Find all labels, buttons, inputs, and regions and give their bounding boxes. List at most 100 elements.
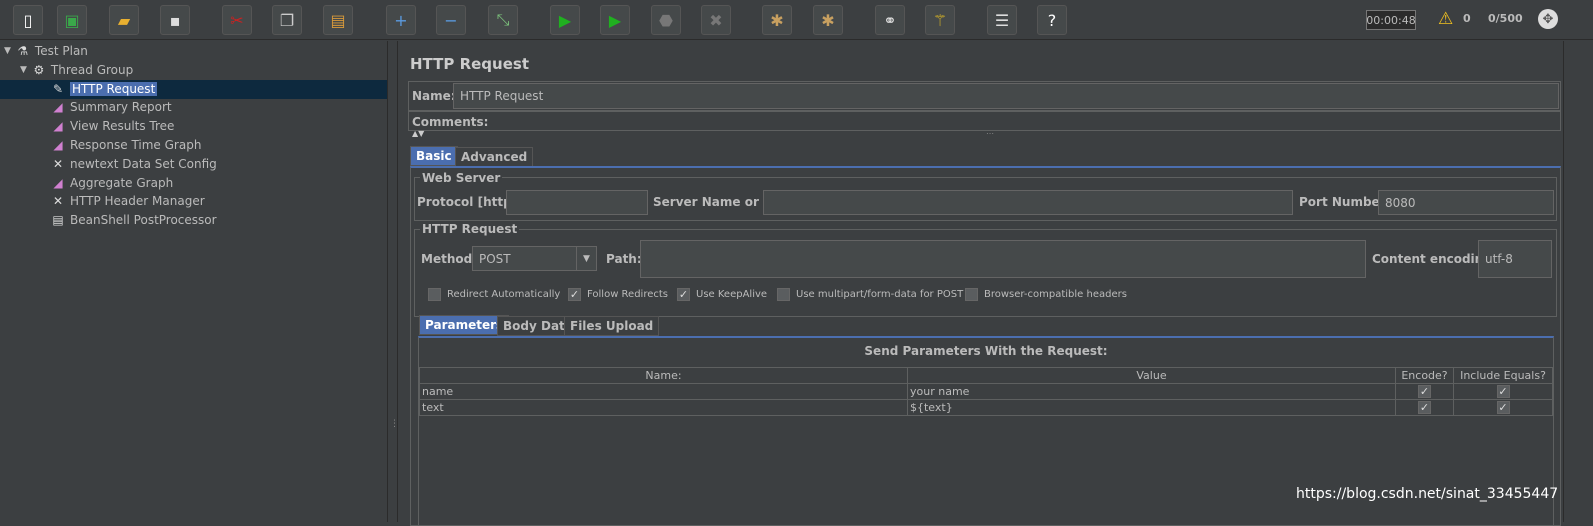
expand-arrow-icon[interactable]: ▼ — [4, 46, 11, 56]
tree-item-label: View Results Tree — [70, 119, 175, 134]
chevron-down-icon[interactable]: ▼ — [576, 247, 596, 270]
method-select[interactable]: POST ▼ — [472, 246, 597, 271]
param-value[interactable]: ${text} — [907, 399, 1396, 416]
stop-button[interactable]: ⬣ — [651, 5, 681, 35]
tree-item[interactable]: ▼ ⚗ Test Plan — [4, 42, 88, 60]
col-value[interactable]: Value — [907, 367, 1396, 384]
save-button[interactable]: ▪ — [160, 5, 190, 35]
tree-item-label: Summary Report — [70, 100, 172, 115]
test-plan-tree: ▼ ⚗ Test Plan ▼ ⚙ Thread Group ✎ HTTP Request ◢ S… — [0, 41, 388, 522]
tab-basic[interactable]: Basic — [410, 146, 458, 166]
tree-item-label: newtext Data Set Config — [70, 156, 217, 171]
graph-listener-icon: ◢ — [53, 119, 63, 134]
name-input[interactable]: HTTP Request — [453, 83, 1559, 109]
resize-grip-icon[interactable]: ⋯ — [986, 129, 994, 138]
tab-files-upload[interactable]: Files Upload — [564, 316, 660, 336]
table-row[interactable]: name your name ✓ ✓ — [419, 383, 1553, 400]
wrench-config-icon: ✕ — [52, 156, 64, 171]
copy-icon: ❐ — [279, 10, 295, 30]
gear-icon: ⚙ — [33, 62, 45, 77]
tree-item[interactable]: ✕ newtext Data Set Config — [36, 155, 217, 173]
checkbox-redirect-automatically[interactable]: Redirect Automatically — [428, 288, 560, 301]
warning-icon[interactable]: ⚠ — [1438, 9, 1453, 29]
shutdown-icon: ✖ — [709, 10, 723, 30]
tree-item[interactable]: ✎ HTTP Request — [36, 80, 158, 98]
paste-button[interactable]: ▤ — [323, 5, 353, 35]
list-icon: ☰ — [994, 10, 1010, 30]
broom-icon: ⚚ — [932, 10, 948, 30]
function-helper-button[interactable]: ☰ — [987, 5, 1017, 35]
expand-arrow-icon[interactable]: ▼ — [20, 65, 27, 75]
tree-item[interactable]: ✕ HTTP Header Manager — [36, 192, 205, 210]
web-server-legend: Web Server — [420, 171, 503, 185]
checkbox-follow-redirects[interactable]: ✓ Follow Redirects — [568, 288, 668, 301]
test-plan-flask-icon: ⚗ — [17, 44, 29, 58]
tree-item-label: HTTP Request — [70, 81, 158, 96]
templates-button[interactable]: ▣ — [57, 5, 87, 35]
graph-listener-icon: ◢ — [53, 138, 63, 152]
checkbox-use-keepalive[interactable]: ✓ Use KeepAlive — [677, 288, 767, 301]
checkbox-label: Use multipart/form-data for POST — [796, 289, 964, 300]
collapse-arrows-icon[interactable]: ▲▼ — [412, 129, 424, 138]
tab-parameters[interactable]: Parameters — [419, 315, 510, 335]
tree-item[interactable]: ▼ ⚙ Thread Group — [20, 61, 133, 79]
checkbox-browser-compatible-headers[interactable]: Browser-compatible headers — [965, 288, 1127, 301]
play-icon: ▶ — [558, 10, 572, 30]
col-encode[interactable]: Encode? — [1395, 367, 1454, 384]
help-book-icon: ? — [1047, 10, 1057, 30]
expand-button[interactable]: + — [386, 5, 416, 35]
path-input[interactable] — [640, 240, 1366, 278]
server-input[interactable] — [763, 190, 1293, 215]
encode-checkbox[interactable]: ✓ — [1395, 399, 1454, 416]
checkbox-box[interactable] — [428, 288, 441, 301]
open-folder-icon: ▰ — [117, 10, 131, 30]
active-threads: 0/500 — [1488, 12, 1523, 25]
help-button[interactable]: ? — [1037, 5, 1067, 35]
param-name[interactable]: name — [419, 383, 908, 400]
checkbox-box[interactable]: ✓ — [568, 288, 581, 301]
pipette-sampler-icon: ✎ — [52, 81, 64, 96]
remote-status-icon[interactable]: ✥ — [1538, 9, 1558, 29]
checkbox-box[interactable] — [777, 288, 790, 301]
start-button[interactable]: ▶ — [550, 5, 580, 35]
reset-search-button[interactable]: ⚚ — [925, 5, 955, 35]
tree-item[interactable]: ◢ Aggregate Graph — [36, 174, 173, 192]
protocol-input[interactable] — [506, 190, 648, 215]
splitter[interactable]: ⋮ — [388, 41, 399, 522]
param-name[interactable]: text — [419, 399, 908, 416]
collapse-button[interactable]: − — [436, 5, 466, 35]
cut-button[interactable]: ✂ — [222, 5, 252, 35]
tab-advanced[interactable]: Advanced — [455, 147, 534, 167]
clear-button[interactable]: ✱ — [762, 5, 792, 35]
open-button[interactable]: ▰ — [109, 5, 139, 35]
stop-icon: ⬣ — [659, 10, 673, 30]
graph-listener-icon: ◢ — [53, 175, 63, 190]
clear-all-button[interactable]: ✱ — [813, 5, 843, 35]
vertical-scrollbar[interactable] — [1563, 41, 1593, 522]
server-label: Server Name or IP: — [653, 195, 782, 209]
start-no-pauses-button[interactable]: ▶ — [600, 5, 630, 35]
copy-button[interactable]: ❐ — [272, 5, 302, 35]
name-label: Name: — [412, 89, 456, 103]
param-value[interactable]: your name — [907, 383, 1396, 400]
col-name[interactable]: Name: — [419, 367, 908, 384]
col-include-equals[interactable]: Include Equals? — [1453, 367, 1553, 384]
encoding-input[interactable]: utf-8 — [1478, 240, 1552, 278]
port-input[interactable]: 8080 — [1378, 190, 1554, 215]
tree-item[interactable]: ◢ Summary Report — [36, 98, 172, 116]
table-row[interactable]: text ${text} ✓ ✓ — [419, 399, 1553, 416]
toggle-button[interactable]: ⤡ — [488, 5, 518, 35]
encode-checkbox[interactable]: ✓ — [1395, 383, 1454, 400]
tree-item[interactable]: ◢ View Results Tree — [36, 117, 174, 135]
tree-item[interactable]: ▤ BeanShell PostProcessor — [36, 211, 216, 229]
search-button[interactable]: ⚭ — [875, 5, 905, 35]
checkbox-box[interactable] — [965, 288, 978, 301]
checkbox-box[interactable]: ✓ — [677, 288, 690, 301]
include-equals-checkbox[interactable]: ✓ — [1453, 383, 1553, 400]
checkbox-use-multipart-form-data-for-post[interactable]: Use multipart/form-data for POST — [777, 288, 963, 301]
new-button[interactable]: ▯ — [13, 5, 43, 35]
include-equals-checkbox[interactable]: ✓ — [1453, 399, 1553, 416]
tree-item[interactable]: ◢ Response Time Graph — [36, 136, 201, 154]
clear-broom-icon: ✱ — [770, 10, 784, 30]
shutdown-button[interactable]: ✖ — [701, 5, 731, 35]
